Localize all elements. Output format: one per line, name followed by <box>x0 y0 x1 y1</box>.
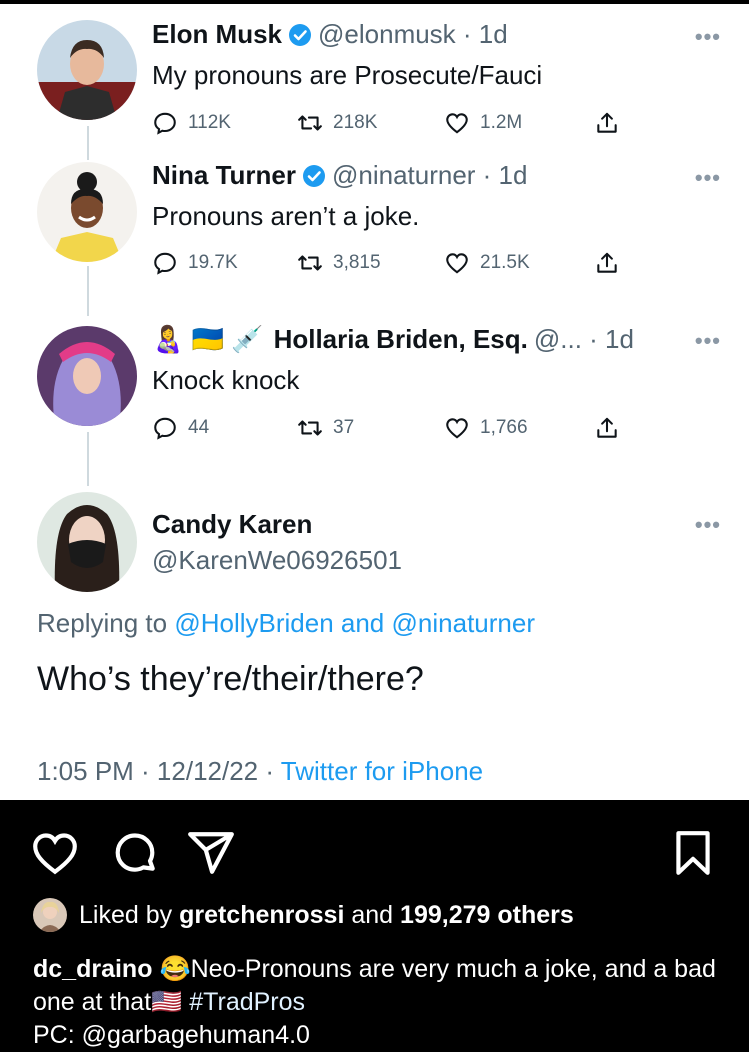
more-options-icon[interactable]: ••• <box>695 24 721 50</box>
post-caption: dc_draino 😂Neo-Pronouns are very much a … <box>33 953 723 1052</box>
reply-count: 112K <box>188 112 231 133</box>
retweet-count: 37 <box>333 417 355 438</box>
main-tweet-handle: @KarenWe06926501 <box>152 545 402 576</box>
retweet-count: 3,815 <box>333 252 381 273</box>
author-name[interactable]: Hollaria Briden, Esq. <box>274 324 528 355</box>
profile-emojis: 👩‍🍼 🇺🇦 💉 <box>152 324 264 354</box>
tweet-meta: 1:05 PM · 12/12/22 · Twitter for iPhone <box>37 756 483 787</box>
heart-icon <box>446 113 468 134</box>
tweet-text: My pronouns are Prosecute/Fauci <box>152 60 543 90</box>
more-options-icon[interactable]: ••• <box>695 165 721 191</box>
share-button[interactable] <box>594 110 620 141</box>
tweet-header: 👩‍🍼 🇺🇦 💉 Hollaria Briden, Esq. @... · 1d <box>152 324 634 355</box>
share-icon <box>597 252 617 273</box>
avatar-elon-musk[interactable] <box>37 20 137 120</box>
retweet-button[interactable]: 37 <box>297 415 354 441</box>
heart-icon <box>446 253 468 274</box>
author-handle[interactable]: @KarenWe06926501 <box>152 545 402 576</box>
author-handle[interactable]: @elonmusk · 1d <box>318 19 508 50</box>
tweet-actions: 19.7K 3,815 21.5K <box>152 250 632 280</box>
liked-by-user[interactable]: gretchenrossi <box>179 901 344 930</box>
like-button[interactable]: 21.5K <box>444 250 530 276</box>
author-name[interactable]: Elon Musk <box>152 19 282 50</box>
caption-username[interactable]: dc_draino <box>33 955 152 983</box>
reply-button[interactable]: 112K <box>152 110 231 136</box>
comment-icon[interactable] <box>110 828 160 878</box>
like-count: 1,766 <box>480 417 528 438</box>
like-count: 21.5K <box>480 252 530 273</box>
tweet-text: Pronouns aren’t a joke. <box>152 201 420 231</box>
liked-by: Liked by gretchenrossi and 199,279 other… <box>33 898 574 932</box>
retweet-count: 218K <box>333 112 378 133</box>
thread-line <box>87 126 89 160</box>
tweet-text: Knock knock <box>152 365 300 395</box>
like-count: 1.2M <box>480 112 523 133</box>
author-handle[interactable]: @ninaturner · 1d <box>332 160 528 191</box>
share-button[interactable] <box>594 250 620 281</box>
tweet-header: Elon Musk @elonmusk · 1d <box>152 19 508 50</box>
author-name[interactable]: Nina Turner <box>152 160 296 191</box>
author-name[interactable]: Candy Karen <box>152 509 312 540</box>
avatar-hollaria-briden[interactable] <box>37 326 137 426</box>
reply-icon <box>154 252 176 275</box>
liked-by-prefix: Liked by <box>79 900 173 929</box>
instagram-action-bar <box>0 800 749 900</box>
verified-badge-icon <box>288 23 312 47</box>
more-options-icon[interactable]: ••• <box>695 328 721 354</box>
us-flag-emoji: 🇺🇸 <box>151 988 183 1016</box>
author-handle[interactable]: @... · 1d <box>534 324 634 355</box>
reply-user-link[interactable]: @ninaturner <box>392 608 535 638</box>
bookmark-icon[interactable] <box>668 828 718 878</box>
like-button[interactable]: 1,766 <box>444 415 528 441</box>
reply-button[interactable]: 19.7K <box>152 250 238 276</box>
heart-icon <box>446 418 468 439</box>
caption-hashtag[interactable]: #TradPros <box>189 988 305 1016</box>
liker-avatar[interactable] <box>33 898 67 932</box>
liked-by-and: and <box>351 900 394 929</box>
share-direct-icon[interactable] <box>186 828 236 878</box>
reply-count: 44 <box>188 417 210 438</box>
tweet-actions: 44 37 1,766 <box>152 415 632 445</box>
retweet-button[interactable]: 3,815 <box>297 250 381 276</box>
tweet-screenshot: Elon Musk @elonmusk · 1d ••• My pronouns… <box>0 0 749 800</box>
retweet-icon <box>298 420 322 436</box>
tweet-header: Nina Turner @ninaturner · 1d <box>152 160 527 191</box>
thread-line <box>87 266 89 316</box>
main-tweet-name: Candy Karen <box>152 509 312 540</box>
thread-line <box>87 432 89 486</box>
reply-user-link[interactable]: @HollyBriden <box>174 608 333 638</box>
tweet-timestamp: 1:05 PM · 12/12/22 · <box>37 756 275 786</box>
like-count[interactable]: 199,279 others <box>400 901 574 930</box>
caption-credit: PC: @garbagehuman4.0 <box>33 1021 310 1049</box>
reply-count: 19.7K <box>188 252 238 273</box>
reply-and: and <box>340 608 385 638</box>
reply-icon <box>154 417 176 440</box>
reply-button[interactable]: 44 <box>152 415 209 441</box>
avatar-candy-karen[interactable] <box>37 492 137 592</box>
replying-to: Replying to @HollyBriden and @ninaturner <box>37 608 535 639</box>
verified-badge-icon <box>302 164 326 188</box>
retweet-button[interactable]: 218K <box>297 110 377 136</box>
avatar-nina-turner[interactable] <box>37 162 137 262</box>
replying-to-prefix: Replying to <box>37 608 168 638</box>
heart-icon[interactable] <box>30 828 80 878</box>
retweet-icon <box>298 115 322 131</box>
more-options-icon[interactable]: ••• <box>695 512 721 538</box>
tweet-source-link[interactable]: Twitter for iPhone <box>281 756 483 786</box>
reply-icon <box>154 112 176 135</box>
retweet-icon <box>298 255 322 271</box>
laughing-emoji: 😂 <box>159 955 191 983</box>
main-tweet-text: Who’s they’re/their/there? <box>37 660 424 698</box>
share-icon <box>597 417 617 438</box>
share-icon <box>597 112 617 133</box>
tweet-actions: 112K 218K 1.2M <box>152 110 632 140</box>
like-button[interactable]: 1.2M <box>444 110 522 136</box>
share-button[interactable] <box>594 415 620 446</box>
